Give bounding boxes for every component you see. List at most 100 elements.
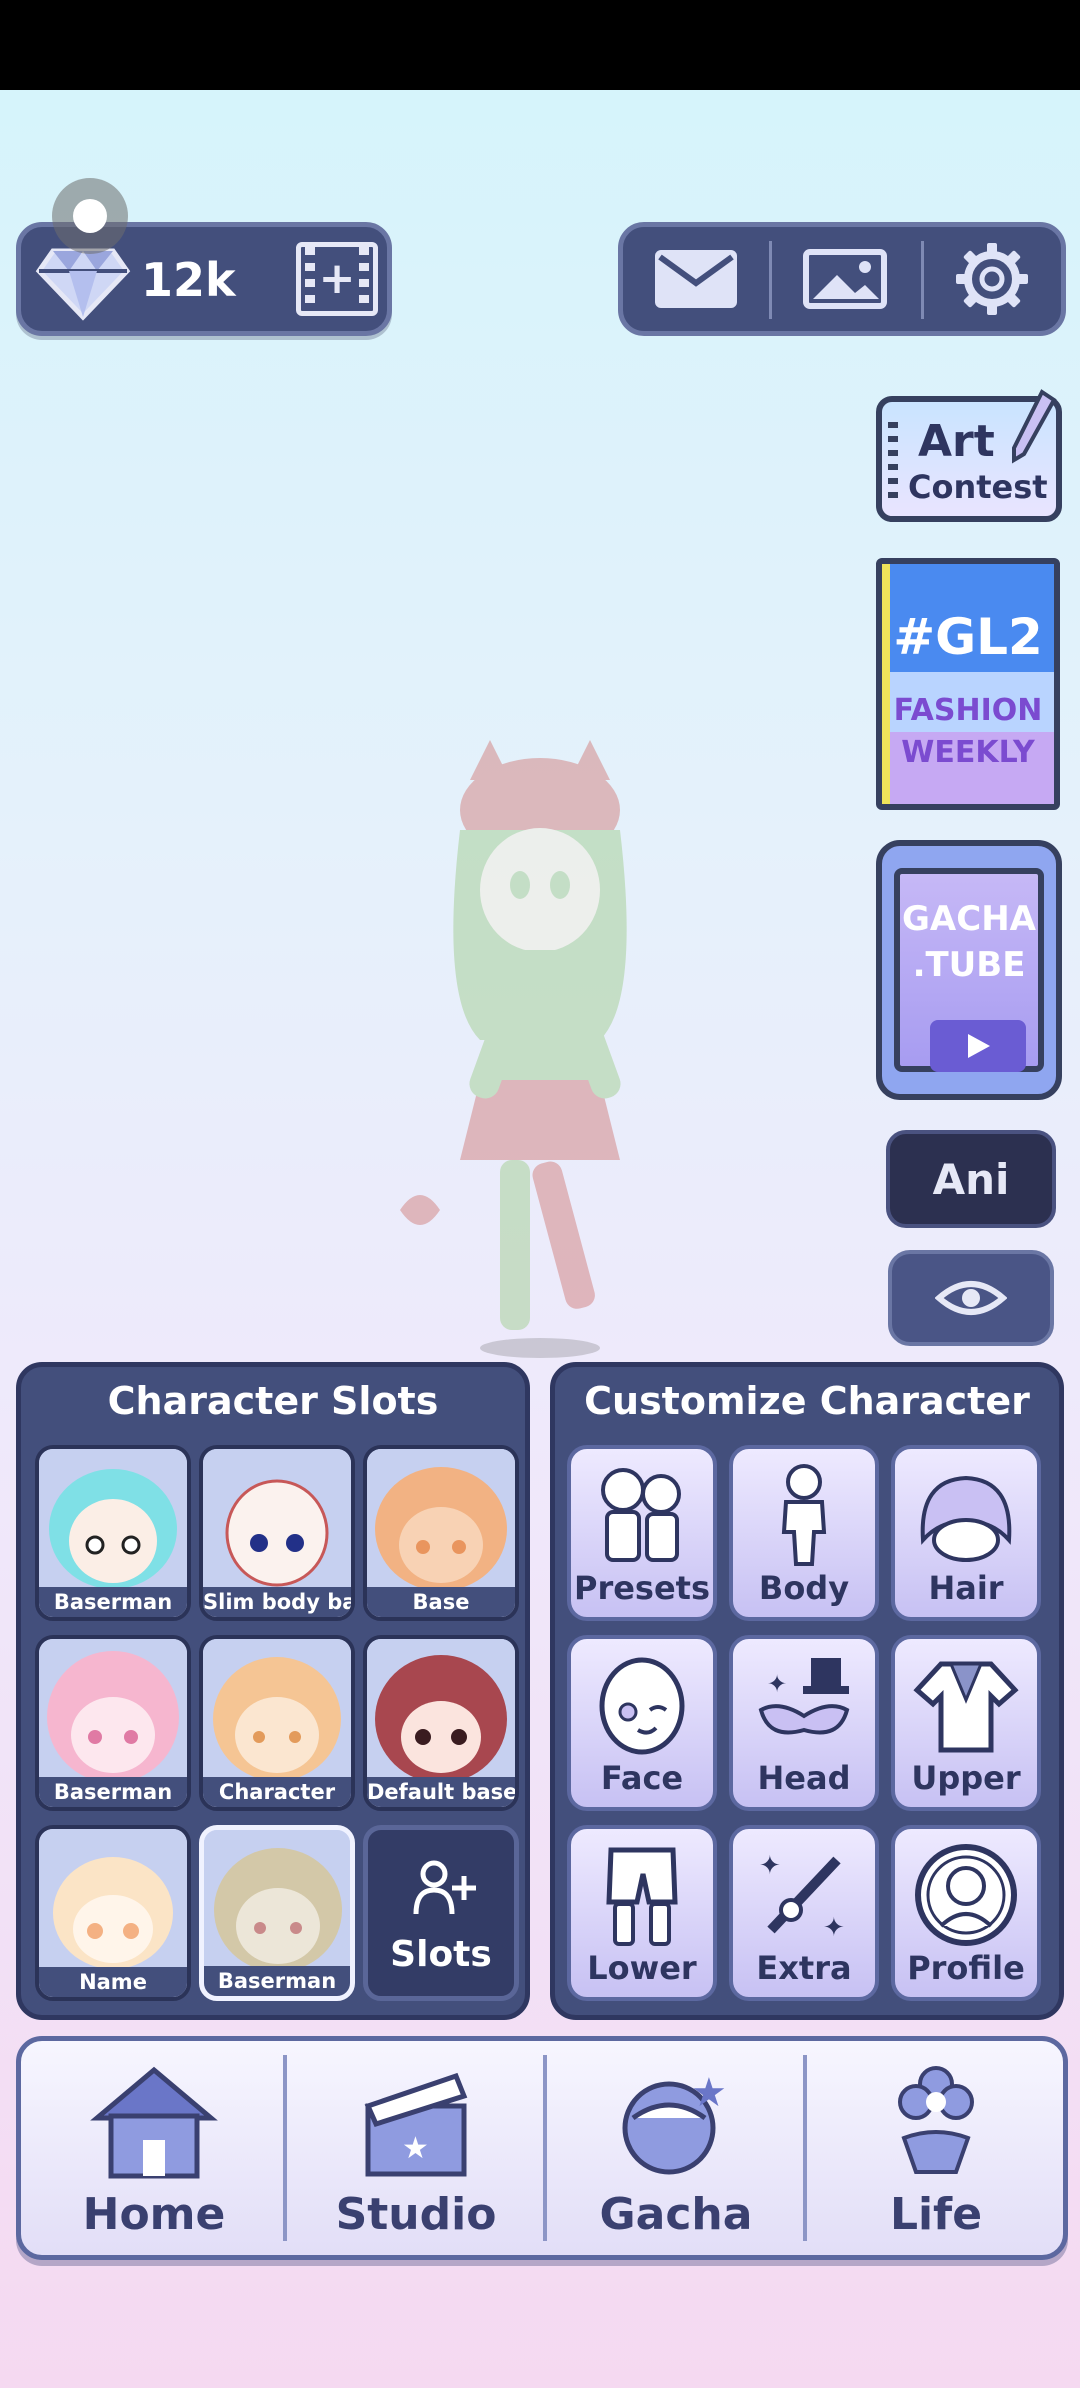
profile-button[interactable]: Profile: [891, 1825, 1041, 2001]
character-slots-title: Character Slots: [107, 1379, 439, 1423]
watch-ad-for-gems-button[interactable]: +: [296, 242, 378, 316]
body-label: Body: [758, 1569, 850, 1607]
gallery-button[interactable]: [772, 227, 918, 331]
slot-name: Default base: [367, 1777, 515, 1807]
gl2-tag: #GL2: [893, 608, 1043, 666]
character-slot[interactable]: Base: [363, 1445, 519, 1621]
shirt-icon: [913, 1661, 1019, 1753]
mail-button[interactable]: [623, 227, 769, 331]
customize-character-panel: Customize Character Presets Body Hair Fa…: [550, 1362, 1064, 2020]
art-contest-subtitle: Contest: [908, 468, 1048, 506]
upper-label: Upper: [911, 1759, 1021, 1797]
top-menu: [618, 222, 1066, 336]
gear-icon: [956, 243, 1028, 315]
mail-icon: [655, 250, 737, 308]
fashion-weekly-button[interactable]: #GL2 FASHION WEEKLY: [876, 558, 1060, 810]
nav-life-label: Life: [889, 2189, 983, 2240]
character-portrait: [203, 1449, 351, 1591]
head-button[interactable]: ✦ Head: [729, 1635, 879, 1811]
character-slot[interactable]: Character: [199, 1635, 355, 1811]
status-bar: [0, 0, 1080, 90]
extra-label: Extra: [756, 1949, 852, 1987]
gem-count: 12k: [141, 253, 236, 307]
touch-indicator: [52, 178, 128, 254]
fashion-weekly-label: FASHION WEEKLY: [893, 693, 1043, 770]
svg-text:★: ★: [402, 2131, 429, 2166]
flower-icon: [898, 2066, 974, 2174]
clapperboard-icon: ★: [364, 2072, 468, 2177]
body-icon: [781, 1464, 827, 1566]
slot-name: Character: [203, 1777, 351, 1807]
body-button[interactable]: Body: [729, 1445, 879, 1621]
character-portrait: [204, 1830, 350, 1972]
lower-label: Lower: [587, 1949, 697, 1987]
image-icon: [803, 249, 887, 309]
svg-text:✦: ✦: [759, 1851, 781, 1881]
customize-character-title: Customize Character: [584, 1379, 1030, 1423]
slot-name: Baserman: [204, 1966, 350, 1996]
nav-gacha[interactable]: ★ Gacha: [547, 2041, 805, 2255]
art-contest-title: Art: [918, 416, 995, 467]
character-preview[interactable]: [380, 740, 700, 1360]
face-label: Face: [600, 1759, 684, 1797]
hair-icon: [920, 1475, 1012, 1562]
hide-ui-button[interactable]: [888, 1250, 1054, 1346]
upper-button[interactable]: Upper: [891, 1635, 1041, 1811]
play-icon: [930, 1020, 1026, 1072]
gacha-capsule-icon: ★: [622, 2070, 727, 2175]
character-portrait: [367, 1639, 515, 1781]
home-icon: [90, 2066, 218, 2179]
character-portrait: [203, 1639, 351, 1781]
add-slots-button[interactable]: Slots: [363, 1825, 519, 2001]
add-slots-label: Slots: [390, 1934, 492, 1975]
character-portrait: [39, 1639, 187, 1781]
character-slot-selected[interactable]: Baserman: [199, 1825, 355, 2001]
pencil-icon: [1012, 389, 1057, 464]
pants-icon: [606, 1847, 678, 1946]
slot-name: Base: [367, 1587, 515, 1617]
character-portrait: [39, 1829, 187, 1971]
hair-label: Hair: [928, 1569, 1004, 1607]
svg-text:✦: ✦: [823, 1913, 845, 1943]
nav-studio[interactable]: ★ Studio: [287, 2041, 545, 2255]
add-user-icon: [413, 1860, 476, 1915]
character-slot[interactable]: Baserman: [35, 1635, 191, 1811]
nav-home[interactable]: Home: [25, 2041, 283, 2255]
gacha-tube-label: GACHA .TUBE: [902, 899, 1036, 985]
slot-name: Baserman: [39, 1777, 187, 1807]
plus-icon: +: [318, 253, 356, 304]
nav-gacha-label: Gacha: [599, 2189, 753, 2240]
character-slot[interactable]: Baserman: [35, 1445, 191, 1621]
presets-label: Presets: [573, 1569, 711, 1607]
character-portrait: [39, 1449, 187, 1591]
slot-name: Name: [39, 1967, 187, 1997]
gacha-tube-button[interactable]: GACHA .TUBE: [876, 840, 1062, 1100]
bottom-navigation: Home ★ Studio ★ Gacha Life: [16, 2036, 1068, 2260]
lower-button[interactable]: Lower: [567, 1825, 717, 2001]
hair-button[interactable]: Hair: [891, 1445, 1041, 1621]
head-accessory-icon: ✦: [758, 1658, 850, 1735]
character-portrait: [367, 1449, 515, 1591]
profile-icon: [915, 1844, 1017, 1946]
sword-icon: ✦ ✦: [759, 1851, 845, 1943]
nav-home-label: Home: [82, 2189, 226, 2240]
character-slots-panel: Character Slots Baserman Slim body bas B…: [16, 1362, 530, 2020]
face-button[interactable]: Face: [567, 1635, 717, 1811]
presets-icon: [601, 1468, 681, 1562]
svg-text:★: ★: [691, 2070, 727, 2116]
settings-button[interactable]: [919, 227, 1065, 331]
nav-life[interactable]: Life: [807, 2041, 1065, 2255]
presets-button[interactable]: Presets: [567, 1445, 717, 1621]
nav-studio-label: Studio: [335, 2189, 497, 2240]
extra-button[interactable]: ✦ ✦ Extra: [729, 1825, 879, 2001]
character-slot[interactable]: Name: [35, 1825, 191, 2001]
animation-button[interactable]: Ani: [886, 1130, 1056, 1228]
head-label: Head: [757, 1759, 851, 1797]
face-icon: [599, 1657, 685, 1755]
slot-name: Slim body bas: [203, 1587, 351, 1617]
slot-name: Baserman: [39, 1587, 187, 1617]
svg-text:✦: ✦: [767, 1670, 787, 1698]
art-contest-button[interactable]: Art Contest: [876, 389, 1062, 522]
character-slot[interactable]: Slim body bas: [199, 1445, 355, 1621]
character-slot[interactable]: Default base: [363, 1635, 519, 1811]
